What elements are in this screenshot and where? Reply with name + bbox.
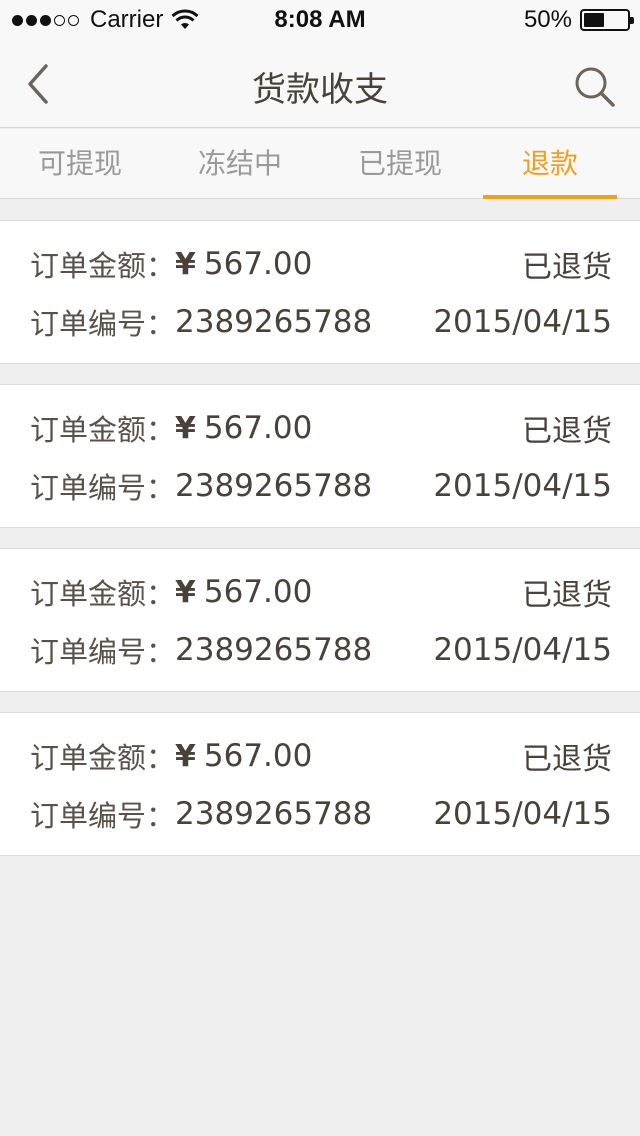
tab-frozen[interactable]: 冻结中	[160, 129, 320, 199]
currency-symbol: ¥	[175, 738, 196, 774]
status-badge: 已退货	[522, 742, 612, 777]
battery-icon	[580, 9, 634, 31]
list-item[interactable]: 订单金额： ¥ 567.00 已退货 订单编号： 2389265788 2015…	[0, 712, 640, 856]
status-right: 50%	[523, 6, 634, 34]
tab-refund[interactable]: 退款	[470, 129, 630, 199]
order-amount: 567.00	[203, 574, 313, 610]
currency-symbol: ¥	[175, 574, 196, 610]
order-amount: 567.00	[203, 738, 313, 774]
order-number-label: 订单编号：	[30, 799, 176, 833]
navigation-bar: 货款收支	[0, 40, 640, 128]
order-date: 2015/04/15	[433, 304, 612, 340]
order-number: 2389265788	[175, 796, 373, 832]
currency-symbol: ¥	[175, 246, 196, 282]
page-title: 货款收支	[252, 70, 388, 110]
tab-bar: 可提现 冻结中 已提现 退款	[0, 129, 640, 199]
order-amount: 567.00	[203, 410, 313, 446]
order-date: 2015/04/15	[433, 632, 612, 668]
amount-label: 订单金额：	[30, 577, 176, 611]
status-bar: Carrier 8:08 AM 50%	[0, 0, 640, 40]
status-badge: 已退货	[522, 578, 612, 613]
order-number: 2389265788	[175, 632, 373, 668]
search-button[interactable]	[572, 64, 618, 110]
battery-percent: 50%	[523, 6, 572, 33]
refund-list: 订单金额： ¥ 567.00 已退货 订单编号： 2389265788 2015…	[0, 220, 640, 876]
order-number-label: 订单编号：	[30, 307, 176, 341]
order-number: 2389265788	[175, 304, 373, 340]
list-item[interactable]: 订单金额： ¥ 567.00 已退货 订单编号： 2389265788 2015…	[0, 384, 640, 528]
status-badge: 已退货	[522, 250, 612, 285]
amount-label: 订单金额：	[30, 741, 176, 775]
active-tab-indicator	[483, 195, 617, 199]
order-amount: 567.00	[203, 246, 313, 282]
tab-withdrawable[interactable]: 可提现	[0, 129, 160, 199]
list-item[interactable]: 订单金额： ¥ 567.00 已退货 订单编号： 2389265788 2015…	[0, 220, 640, 364]
order-number-label: 订单编号：	[30, 635, 176, 669]
search-icon	[575, 67, 615, 107]
status-badge: 已退货	[522, 414, 612, 449]
currency-symbol: ¥	[175, 410, 196, 446]
tab-withdrawn[interactable]: 已提现	[320, 129, 480, 199]
order-date: 2015/04/15	[433, 468, 612, 504]
order-number: 2389265788	[175, 468, 373, 504]
amount-label: 订单金额：	[30, 249, 176, 283]
order-number-label: 订单编号：	[30, 471, 176, 505]
list-item[interactable]: 订单金额： ¥ 567.00 已退货 订单编号： 2389265788 2015…	[0, 548, 640, 692]
order-date: 2015/04/15	[433, 796, 612, 832]
amount-label: 订单金额：	[30, 413, 176, 447]
